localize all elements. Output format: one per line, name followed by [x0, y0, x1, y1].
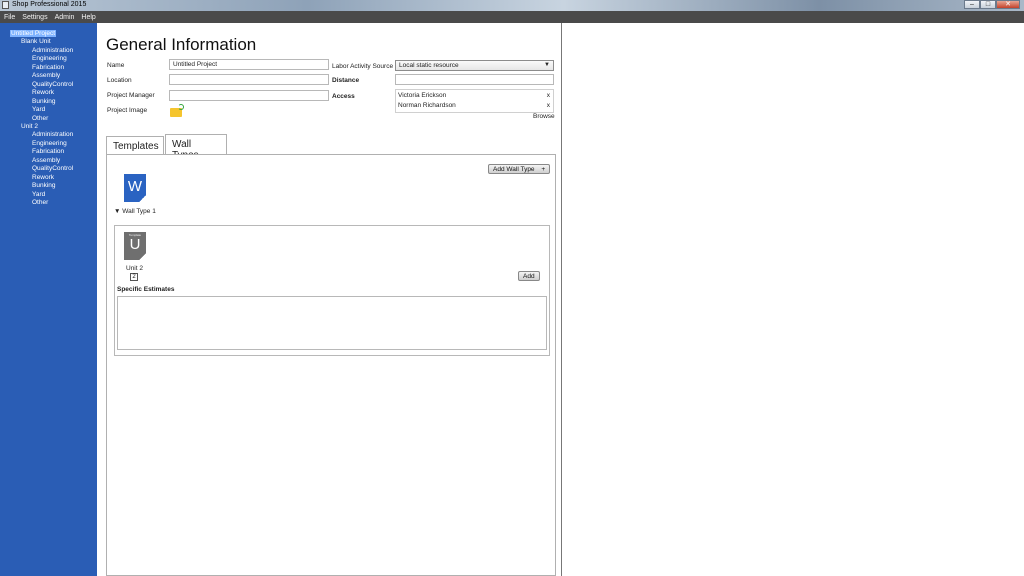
- tree-department[interactable]: Assembly: [32, 157, 60, 164]
- unit-quantity[interactable]: 2: [130, 273, 138, 281]
- unit-template-letter: U: [129, 236, 141, 253]
- menu-settings[interactable]: Settings: [22, 14, 47, 21]
- specific-estimates-label: Specific Estimates: [117, 286, 175, 293]
- close-button[interactable]: ✕: [996, 0, 1020, 9]
- remove-user-button[interactable]: x: [547, 92, 550, 99]
- tree-department[interactable]: Bunking: [32, 182, 56, 189]
- menu-bar: File Settings Admin Help: [0, 11, 1024, 23]
- add-wall-type-button[interactable]: Add Wall Type +: [488, 164, 551, 174]
- general-information-panel: General Information Name Untitled Projec…: [97, 23, 562, 576]
- page-title: General Information: [106, 35, 257, 54]
- access-user: Norman Richardson: [398, 102, 456, 109]
- open-folder-icon[interactable]: [170, 104, 184, 117]
- title-bar: Shop Professional 2015 – □ ✕: [0, 0, 1024, 11]
- remove-user-button[interactable]: x: [547, 102, 550, 109]
- tree-unit[interactable]: Unit 2: [21, 123, 38, 130]
- distance-field[interactable]: [395, 74, 554, 85]
- distance-label: Distance: [332, 77, 360, 84]
- unit-label: Unit 2: [126, 265, 143, 272]
- wall-type-icon[interactable]: W: [124, 174, 146, 202]
- chevron-down-icon: ▼: [544, 62, 550, 68]
- tree-department[interactable]: Other: [32, 115, 48, 122]
- tree-department[interactable]: Fabrication: [32, 64, 64, 71]
- detail-pane: [563, 23, 1024, 576]
- labor-source-label: Labor Activity Source: [332, 63, 394, 70]
- tree-department[interactable]: Bunking: [32, 98, 56, 105]
- add-unit-button[interactable]: Add: [518, 271, 540, 281]
- access-list: Victoria Erickson x Norman Richardson x: [395, 89, 554, 113]
- tree-department[interactable]: Engineering: [32, 140, 67, 147]
- minimize-button[interactable]: –: [964, 0, 980, 9]
- project-tree: Untitled Project Blank Unit Administrati…: [0, 23, 97, 576]
- tree-department[interactable]: QualityControl: [32, 165, 73, 172]
- app-icon: [2, 1, 9, 9]
- template-caption: Template: [128, 233, 142, 237]
- browse-link[interactable]: Browse: [533, 113, 555, 120]
- window-controls: – □ ✕: [964, 0, 1020, 10]
- menu-admin[interactable]: Admin: [55, 14, 75, 21]
- labor-source-select[interactable]: Local static resource ▼: [395, 60, 554, 71]
- plus-icon: +: [541, 166, 546, 173]
- tree-department[interactable]: Rework: [32, 89, 54, 96]
- location-field[interactable]: [169, 74, 329, 85]
- menu-help[interactable]: Help: [81, 14, 95, 21]
- wall-type-group: Template U Unit 2 2 Add Specific Estimat…: [114, 225, 550, 356]
- unit-template-icon[interactable]: Template U: [124, 232, 146, 260]
- wall-type-label[interactable]: ▼ Wall Type 1: [114, 208, 156, 215]
- location-label: Location: [107, 77, 132, 84]
- tree-department[interactable]: QualityControl: [32, 81, 73, 88]
- name-field[interactable]: Untitled Project: [169, 59, 329, 70]
- tree-department[interactable]: Assembly: [32, 72, 60, 79]
- menu-file[interactable]: File: [4, 14, 15, 21]
- access-label: Access: [332, 93, 355, 100]
- window-title: Shop Professional 2015: [12, 1, 87, 8]
- tree-department[interactable]: Administration: [32, 131, 73, 138]
- tree-department[interactable]: Yard: [32, 191, 45, 198]
- tree-unit[interactable]: Blank Unit: [21, 38, 51, 45]
- project-image-label: Project Image: [107, 107, 148, 114]
- tree-department[interactable]: Administration: [32, 47, 73, 54]
- labor-source-value: Local static resource: [399, 62, 459, 69]
- add-wall-type-label: Add Wall Type: [493, 166, 535, 173]
- access-user: Victoria Erickson: [398, 92, 447, 99]
- wall-types-panel: Add Wall Type + W ▼ Wall Type 1 Template…: [106, 154, 556, 576]
- tab-wall-types[interactable]: Wall Types: [165, 134, 227, 161]
- tree-department[interactable]: Fabrication: [32, 148, 64, 155]
- project-manager-label: Project Manager: [107, 92, 155, 99]
- tree-root-project[interactable]: Untitled Project: [10, 30, 57, 37]
- name-label: Name: [107, 62, 125, 69]
- tab-templates[interactable]: Templates: [106, 136, 164, 155]
- tree-department[interactable]: Yard: [32, 106, 45, 113]
- project-manager-field[interactable]: [169, 90, 329, 101]
- tree-department[interactable]: Engineering: [32, 55, 67, 62]
- tree-department[interactable]: Rework: [32, 174, 54, 181]
- maximize-button[interactable]: □: [980, 0, 996, 9]
- tree-department[interactable]: Other: [32, 199, 48, 206]
- specific-estimates-field[interactable]: [117, 296, 547, 350]
